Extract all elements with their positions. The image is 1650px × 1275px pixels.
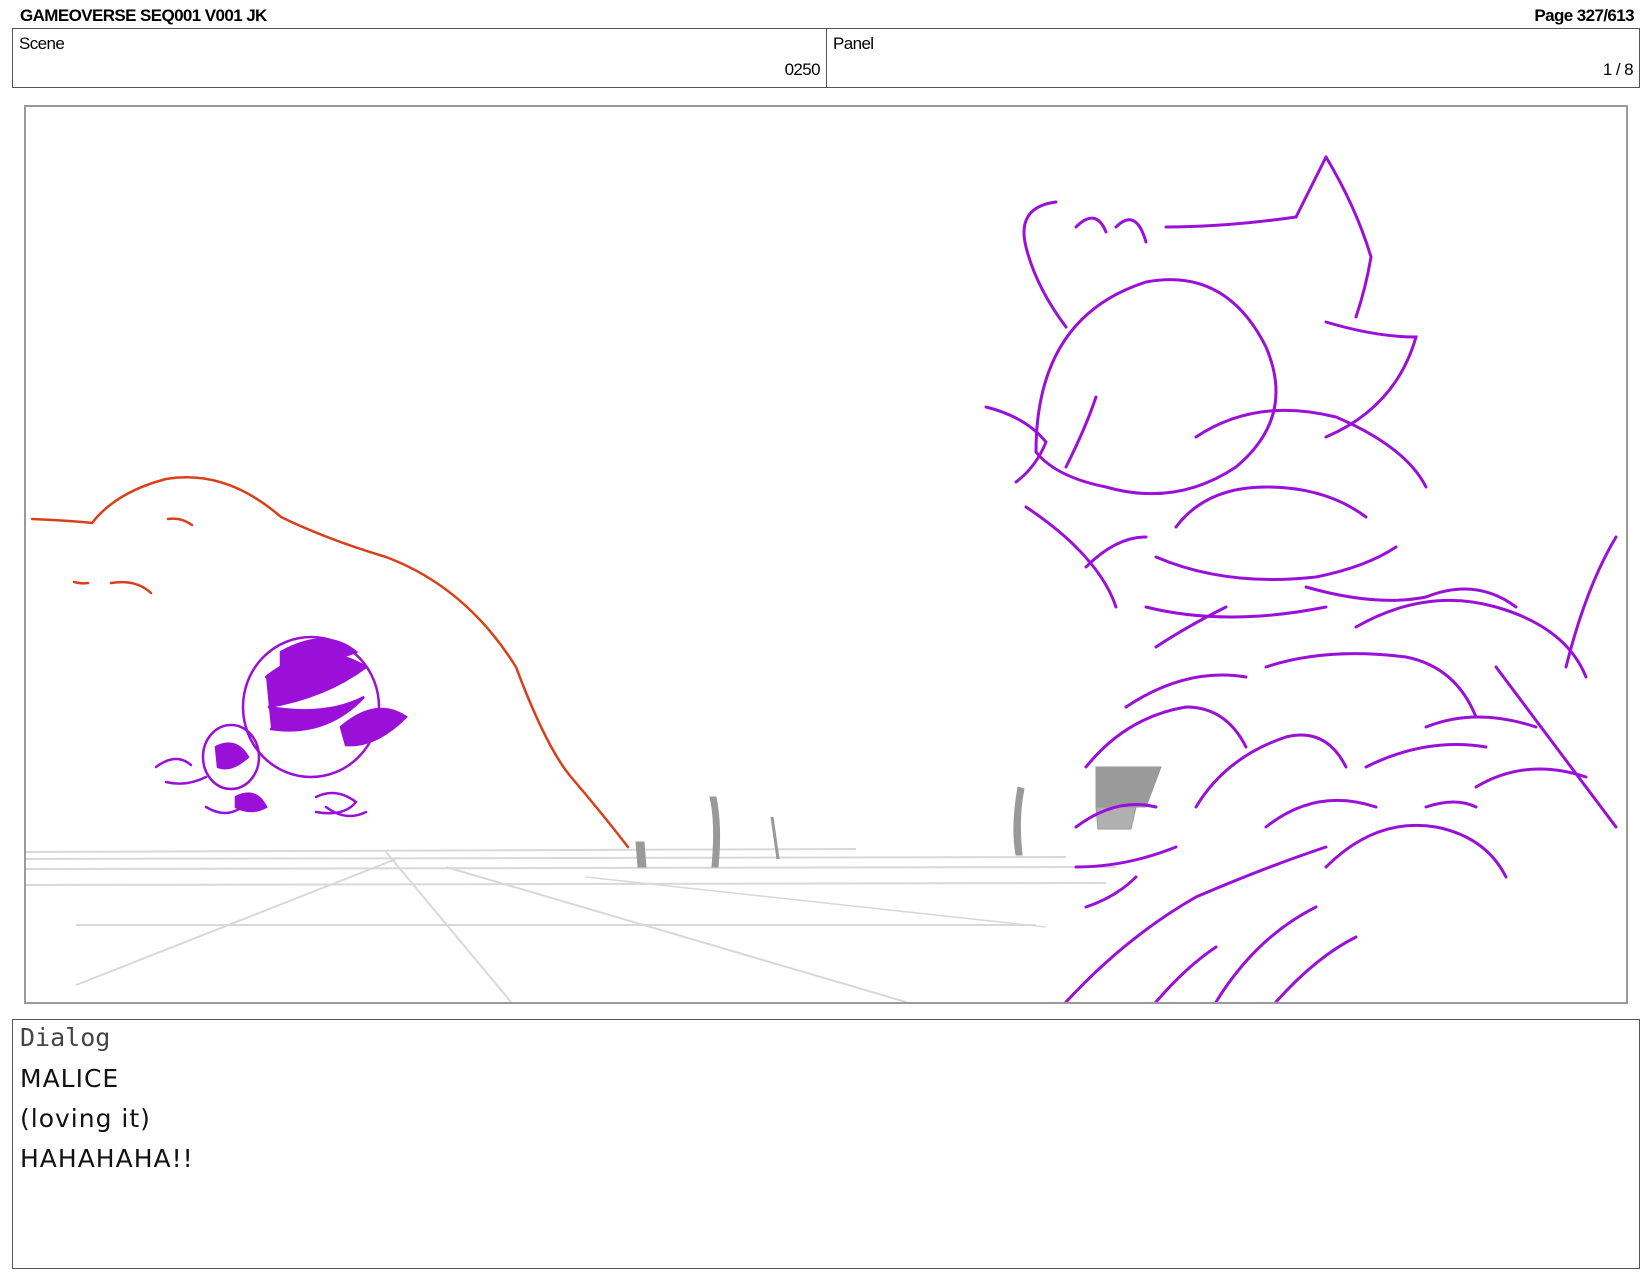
- ground-guides: [26, 848, 1117, 1002]
- dialog-label: Dialog: [20, 1023, 111, 1052]
- dialog-line: HAHAHAHA!!: [20, 1144, 194, 1173]
- dialog-box: Dialog MALICE (loving it) HAHAHAHA!!: [12, 1019, 1640, 1269]
- panel-number: 1 / 8: [1602, 60, 1634, 79]
- background-figures: [635, 766, 1162, 868]
- large-character-sketch: [984, 155, 1618, 1002]
- small-character-sketch: [154, 635, 408, 818]
- storyboard-frame: [24, 105, 1628, 1004]
- project-title: GAMEOVERSE SEQ001 V001 JK: [20, 6, 267, 25]
- panel-label: Panel: [833, 34, 874, 53]
- scene-cell: Scene 0250: [13, 29, 827, 87]
- storyboard-sketch: [26, 155, 1618, 1002]
- scene-number: 0250: [784, 60, 821, 79]
- panel-cell: Panel 1 / 8: [827, 29, 1639, 87]
- dialog-character: MALICE: [20, 1064, 120, 1093]
- page-number: Page 327/613: [1534, 6, 1634, 25]
- scene-label: Scene: [19, 34, 65, 53]
- scene-panel-info: Scene 0250 Panel 1 / 8: [12, 28, 1640, 88]
- dialog-parenthetical: (loving it): [20, 1104, 151, 1133]
